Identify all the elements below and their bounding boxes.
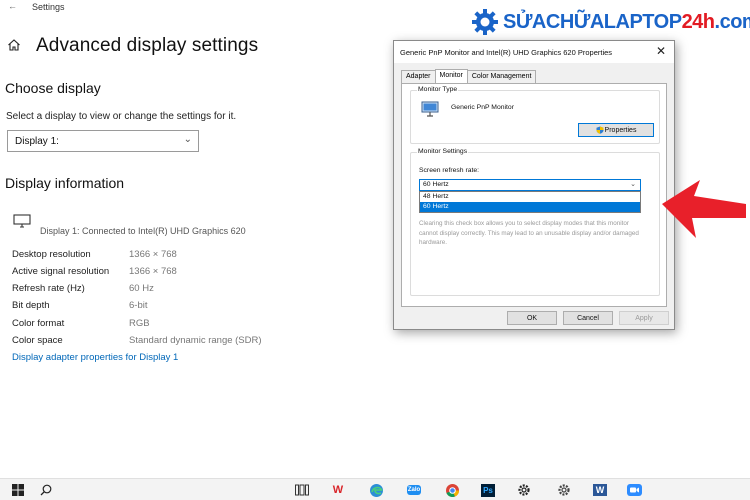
refresh-rate-option-60[interactable]: 60 Hertz [420,202,640,212]
info-value-bit-depth: 6-bit [129,300,148,311]
chevron-down-icon: ⌄ [630,181,636,188]
info-label-color-format: Color format [12,318,65,329]
photoshop-icon[interactable]: Ps [480,482,496,498]
refresh-rate-dropdown-list: 48 Hertz 60 Hertz [419,191,641,213]
refresh-rate-select-value: 60 Hertz [423,181,449,188]
monitor-name: Generic PnP Monitor [451,104,514,111]
windows-start-icon[interactable] [10,482,26,498]
red-arrow-annotation [662,180,746,238]
monitor-properties-dialog: Generic PnP Monitor and Intel(R) UHD Gra… [393,40,675,330]
tab-adapter[interactable]: Adapter [401,70,436,83]
brand-logo: SỬACHỮALAPTOP24h.com [471,6,750,38]
properties-button-label: Properties [604,126,637,134]
info-value-color-format: RGB [129,318,150,329]
info-label-refresh-rate: Refresh rate (Hz) [12,283,85,294]
refresh-rate-select[interactable]: 60 Hertz ⌄ [419,179,641,191]
monitor-tab-panel: Monitor Type Generic PnP Monitor Propert… [401,83,667,307]
display-information-heading: Display information [5,175,125,191]
monitor-type-group: Monitor Type Generic PnP Monitor Propert… [410,86,660,144]
word-icon[interactable]: W [592,482,608,498]
monitor-type-label: Monitor Type [417,86,459,93]
gear-logo-icon [472,9,498,35]
app-title: Settings [32,2,65,12]
ok-button[interactable]: OK [507,311,557,325]
chrome-icon[interactable] [444,482,460,498]
info-value-refresh-rate: 60 Hz [129,283,154,294]
info-label-color-space: Color space [12,335,63,346]
screen-refresh-rate-label: Screen refresh rate: [419,167,480,174]
shield-icon [596,126,604,134]
home-icon[interactable] [7,38,21,52]
tab-monitor[interactable]: Monitor [434,69,468,83]
warning-text: Clearing this check box allows you to se… [419,220,639,246]
page-title: Advanced display settings [36,35,259,56]
zoom-icon[interactable] [626,482,642,498]
task-view-icon[interactable] [294,482,310,498]
search-icon[interactable] [38,482,54,498]
info-label-bit-depth: Bit depth [12,300,50,311]
taskbar: W Zalo Ps W [0,478,750,500]
close-icon[interactable]: ✕ [656,44,666,58]
choose-display-hint: Select a display to view or change the s… [6,111,237,122]
properties-button[interactable]: Properties [578,123,654,137]
brand-logo-text: SỬACHỮALAPTOP24h.com [503,10,750,33]
back-arrow-icon[interactable]: ← [8,1,17,11]
edge-icon[interactable] [368,482,384,498]
monitor-settings-label: Monitor Settings [417,148,469,155]
display-adapter-properties-link[interactable]: Display adapter properties for Display 1 [12,352,178,363]
refresh-rate-option-48[interactable]: 48 Hertz [420,192,640,202]
zalo-icon[interactable]: Zalo [406,482,422,498]
display-select[interactable]: Display 1: ⌄ [7,130,199,152]
info-value-desktop-resolution: 1366 × 768 [129,249,177,260]
info-label-active-signal-resolution: Active signal resolution [12,266,110,277]
monitor-icon [421,101,439,117]
wps-icon[interactable]: W [330,482,346,498]
chevron-down-icon: ⌄ [183,134,192,145]
dialog-titlebar: Generic PnP Monitor and Intel(R) UHD Gra… [394,41,674,63]
display-connection-text: Display 1: Connected to Intel(R) UHD Gra… [40,226,246,236]
monitor-settings-group: Monitor Settings Screen refresh rate: 60… [410,148,660,296]
choose-display-heading: Choose display [5,80,101,96]
cancel-button[interactable]: Cancel [563,311,613,325]
display-select-value: Display 1: [15,136,59,147]
tab-color-management[interactable]: Color Management [466,70,537,83]
apply-button[interactable]: Apply [619,311,669,325]
info-value-color-space: Standard dynamic range (SDR) [129,335,262,346]
monitor-icon [13,214,31,228]
dialog-title: Generic PnP Monitor and Intel(R) UHD Gra… [400,48,613,57]
info-label-desktop-resolution: Desktop resolution [12,249,91,260]
info-value-active-signal-resolution: 1366 × 768 [129,266,177,277]
dialog-tabs: Adapter Monitor Color Management [401,69,537,83]
gear-secondary-icon[interactable] [556,482,572,498]
settings-gear-icon[interactable] [516,482,532,498]
